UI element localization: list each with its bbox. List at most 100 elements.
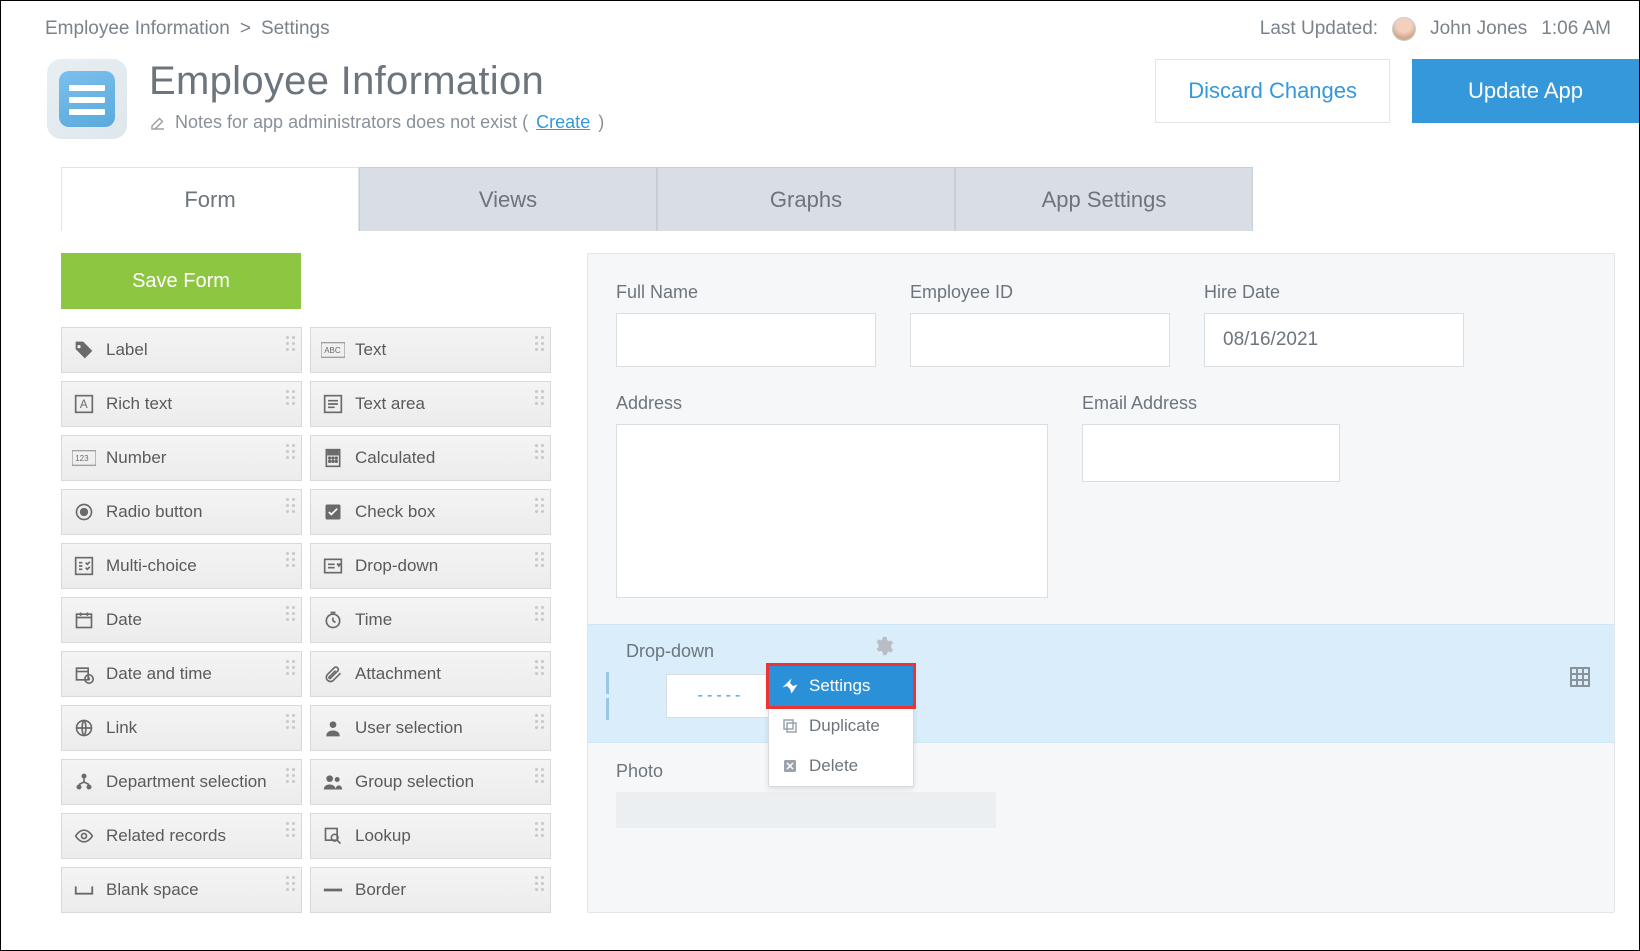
address-label: Address: [616, 393, 1048, 414]
tab-form[interactable]: Form: [61, 167, 359, 231]
breadcrumb: Employee Information > Settings: [45, 18, 330, 40]
email-label: Email Address: [1082, 393, 1340, 414]
calc-icon: [321, 446, 345, 470]
notes-edit-icon: [149, 114, 167, 132]
eye-icon: [72, 824, 96, 848]
page-title: Employee Information: [149, 59, 604, 104]
field-context-menu: Settings Duplicate Delete: [768, 665, 914, 787]
border-icon: [321, 878, 345, 902]
menu-item-settings[interactable]: Settings: [769, 666, 913, 706]
clip-icon: [321, 662, 345, 686]
palette-item-label: Label: [106, 340, 148, 360]
full-name-input[interactable]: [616, 313, 876, 367]
breadcrumb-app-link[interactable]: Employee Information: [45, 18, 230, 40]
palette-item-blank-space[interactable]: Blank space: [61, 867, 302, 913]
employee-id-input[interactable]: [910, 313, 1170, 367]
tab-graphs[interactable]: Graphs: [657, 167, 955, 231]
tab-app-settings[interactable]: App Settings: [955, 167, 1253, 231]
last-updated-user: John Jones: [1430, 18, 1527, 40]
gear-icon[interactable]: [872, 635, 894, 657]
palette-item-lookup[interactable]: Lookup: [310, 813, 551, 859]
selected-field-dropdown[interactable]: Drop-down ----- Settings Duplicate: [588, 624, 1614, 743]
notes-text: Notes for app administrators does not ex…: [175, 112, 528, 133]
field-employee-id[interactable]: Employee ID: [910, 282, 1170, 367]
svg-text:ABC: ABC: [324, 346, 341, 355]
palette-item-label: Border: [355, 880, 406, 900]
svg-text:123: 123: [75, 454, 89, 463]
drag-handle-icon[interactable]: [598, 672, 616, 720]
palette-item-user-selection[interactable]: User selection: [310, 705, 551, 751]
last-updated-label: Last Updated:: [1260, 18, 1378, 40]
palette-item-date-and-time[interactable]: Date and time: [61, 651, 302, 697]
lines-icon: [321, 392, 345, 416]
menu-settings-label: Settings: [809, 676, 870, 696]
palette-item-label: Date: [106, 610, 142, 630]
tab-views[interactable]: Views: [359, 167, 657, 231]
menu-duplicate-label: Duplicate: [809, 716, 880, 736]
discard-changes-button[interactable]: Discard Changes: [1155, 59, 1390, 123]
table-toggle-icon[interactable]: [1568, 665, 1592, 689]
palette-item-link[interactable]: Link: [61, 705, 302, 751]
notes-create-link[interactable]: Create: [536, 112, 590, 133]
save-form-button[interactable]: Save Form: [61, 253, 301, 309]
palette-item-radio-button[interactable]: Radio button: [61, 489, 302, 535]
form-canvas[interactable]: Full Name Employee ID Hire Date 08/16/20…: [587, 253, 1615, 913]
breadcrumb-separator: >: [240, 18, 251, 40]
palette-item-label: Attachment: [355, 664, 441, 684]
palette-item-rich-text[interactable]: ARich text: [61, 381, 302, 427]
palette-item-label[interactable]: Label: [61, 327, 302, 373]
palette-item-department-selection[interactable]: Department selection: [61, 759, 302, 805]
palette-item-attachment[interactable]: Attachment: [310, 651, 551, 697]
check-icon: [321, 500, 345, 524]
dropdown-preview[interactable]: -----: [666, 674, 776, 718]
space-icon: [72, 878, 96, 902]
svg-text:A: A: [80, 398, 88, 411]
globe-icon: [72, 716, 96, 740]
palette-item-number[interactable]: 123 Number: [61, 435, 302, 481]
palette-item-related-records[interactable]: Related records: [61, 813, 302, 859]
email-input[interactable]: [1082, 424, 1340, 482]
tag-icon: [72, 338, 96, 362]
photo-input[interactable]: [616, 792, 996, 828]
palette-item-label: Calculated: [355, 448, 435, 468]
update-app-button[interactable]: Update App: [1412, 59, 1639, 123]
palette-item-text-area[interactable]: Text area: [310, 381, 551, 427]
palette-item-calculated[interactable]: Calculated: [310, 435, 551, 481]
palette-item-label: Text: [355, 340, 386, 360]
delete-icon: [781, 757, 799, 775]
palette-item-label: User selection: [355, 718, 463, 738]
tabs: Form Views Graphs App Settings: [61, 167, 1639, 231]
search-icon: [321, 824, 345, 848]
field-address[interactable]: Address: [616, 393, 1048, 598]
breadcrumb-current: Settings: [261, 18, 330, 40]
field-hire-date[interactable]: Hire Date 08/16/2021: [1204, 282, 1464, 367]
palette-item-check-box[interactable]: Check box: [310, 489, 551, 535]
palette-item-label: Link: [106, 718, 137, 738]
palette-item-text[interactable]: ABC Text: [310, 327, 551, 373]
field-full-name[interactable]: Full Name: [616, 282, 876, 367]
palette-item-label: Number: [106, 448, 166, 468]
menu-delete-label: Delete: [809, 756, 858, 776]
full-name-label: Full Name: [616, 282, 876, 303]
selected-field-label: Drop-down: [626, 641, 1596, 662]
field-email[interactable]: Email Address: [1082, 393, 1340, 598]
hire-date-input[interactable]: 08/16/2021: [1204, 313, 1464, 367]
palette-item-label: Radio button: [106, 502, 202, 522]
dropdown-icon: [321, 554, 345, 578]
menu-item-delete[interactable]: Delete: [769, 746, 913, 786]
palette-item-border[interactable]: Border: [310, 867, 551, 913]
users-icon: [321, 770, 345, 794]
field-photo[interactable]: Photo: [616, 761, 1586, 828]
palette-item-drop-down[interactable]: Drop-down: [310, 543, 551, 589]
palette-item-date[interactable]: Date: [61, 597, 302, 643]
cal-clock-icon: [72, 662, 96, 686]
menu-item-duplicate[interactable]: Duplicate: [769, 706, 913, 746]
palette-item-group-selection[interactable]: Group selection: [310, 759, 551, 805]
clock-icon: [321, 608, 345, 632]
photo-label: Photo: [616, 761, 663, 781]
palette-item-multi-choice[interactable]: Multi-choice: [61, 543, 302, 589]
tools-icon: [781, 677, 799, 695]
hire-date-label: Hire Date: [1204, 282, 1464, 303]
palette-item-time[interactable]: Time: [310, 597, 551, 643]
address-input[interactable]: [616, 424, 1048, 598]
